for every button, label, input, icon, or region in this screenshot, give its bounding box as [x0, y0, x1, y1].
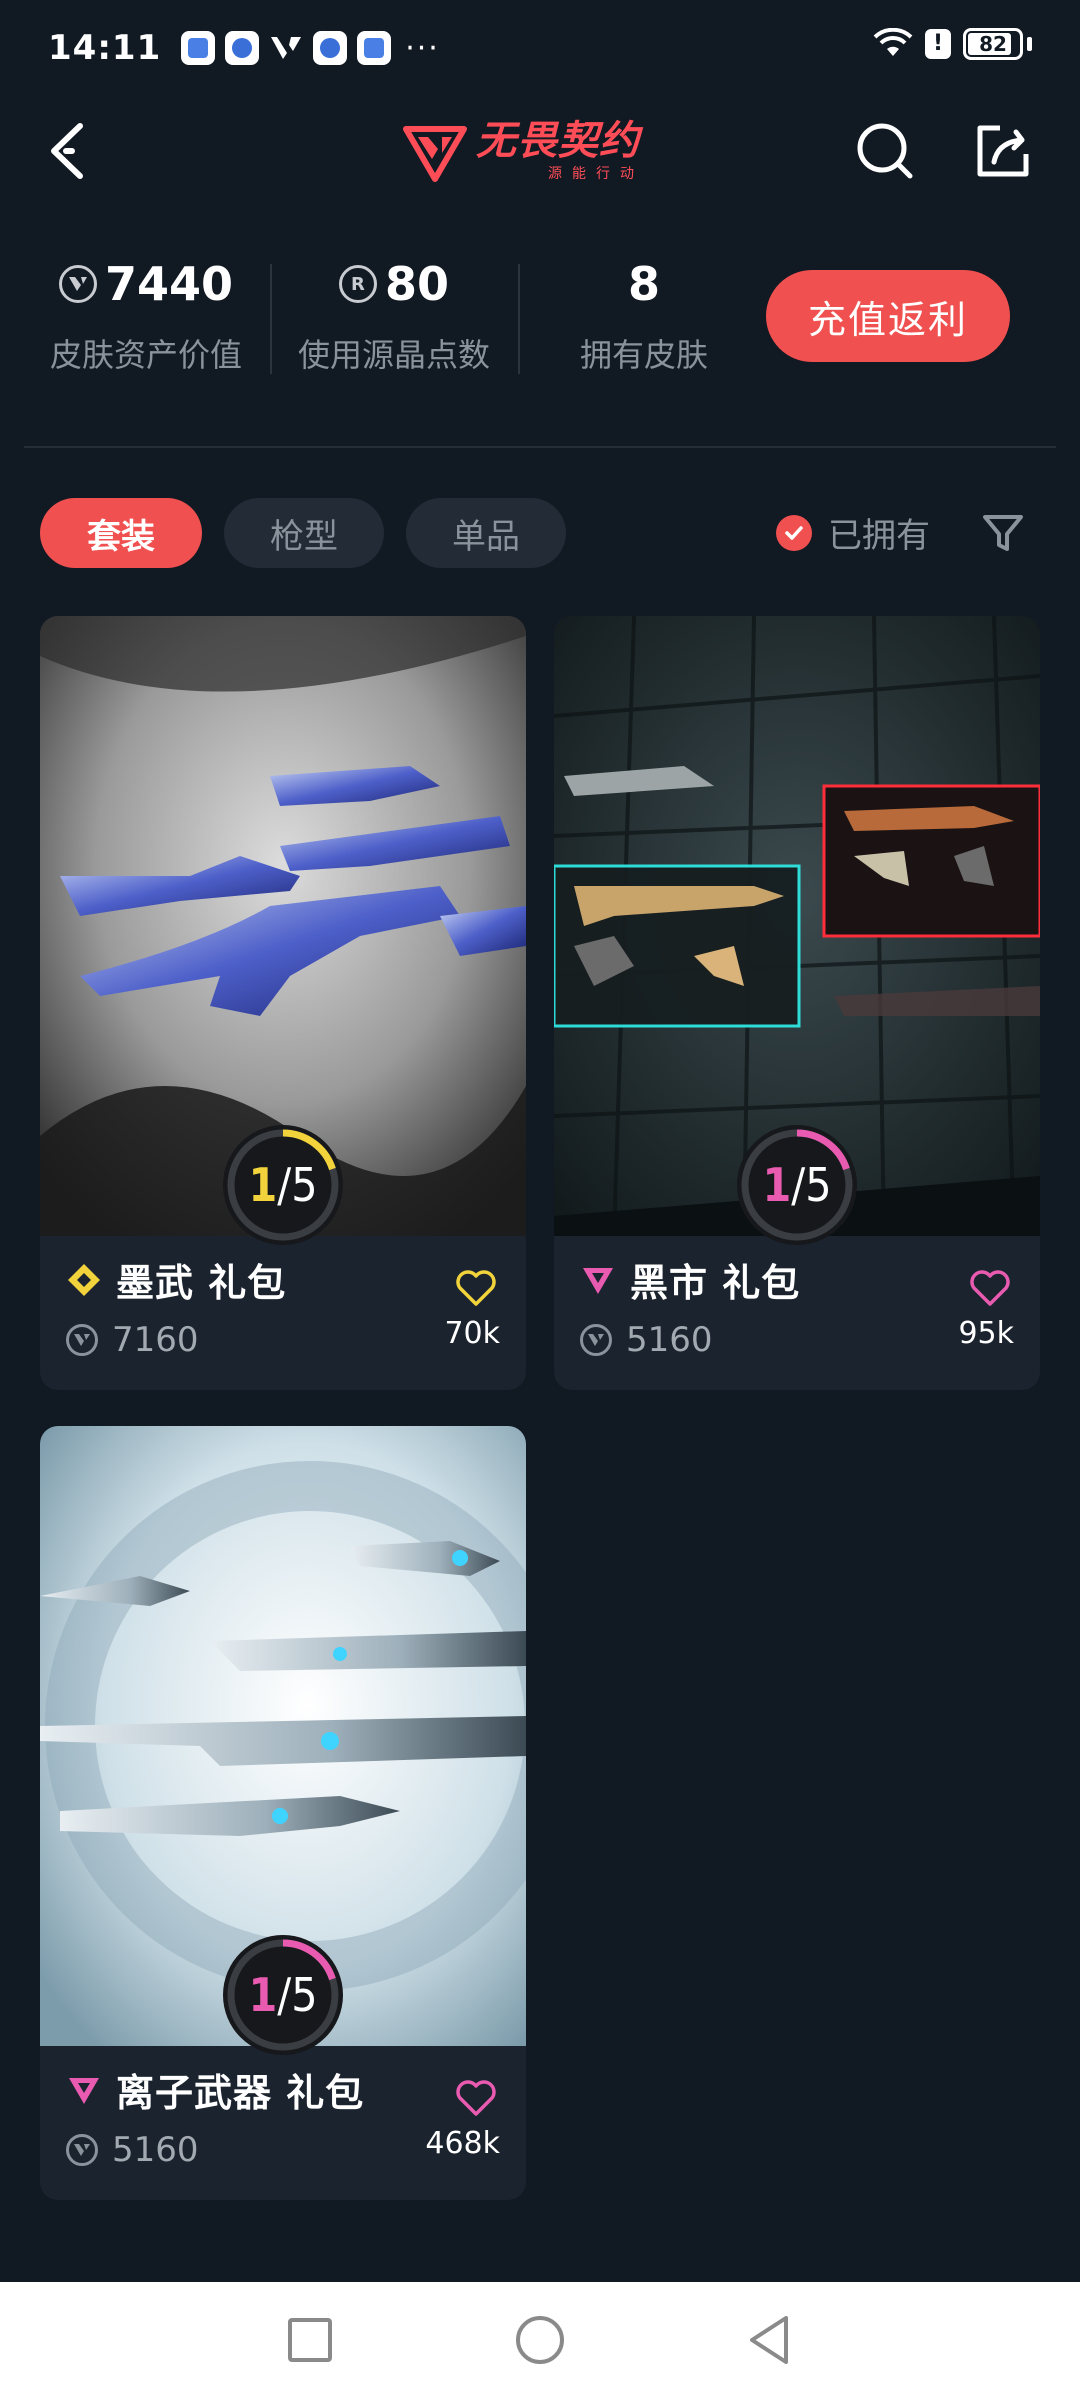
owned-filter-label: 已拥有 — [828, 516, 930, 556]
recent-apps-icon[interactable] — [280, 2310, 340, 2370]
exclusive-rarity-icon — [68, 1263, 100, 1296]
notification-icons: ··· — [181, 31, 440, 66]
radianite-number: 80 — [384, 257, 449, 311]
like-count: 468k — [425, 2126, 500, 2161]
stat-owned-skins: 8 拥有皮肤 — [560, 254, 728, 376]
owned-count: 1 — [762, 1158, 792, 1212]
status-time: 14:11 — [48, 28, 162, 68]
premium-rarity-icon — [583, 1267, 613, 1294]
valorant-points-icon — [66, 1324, 98, 1356]
share-icon[interactable] — [968, 116, 1038, 186]
tab-weapon-type[interactable]: 枪型 — [224, 498, 384, 568]
radianite-label: 使用源晶点数 — [297, 336, 490, 374]
owned-count: 1 — [248, 1968, 278, 2022]
search-icon[interactable] — [850, 116, 920, 186]
tab-bundles[interactable]: 套装 — [40, 498, 202, 568]
shield-app-icon-2 — [357, 31, 392, 65]
like-count: 70k — [444, 1316, 500, 1351]
owned-skins-number: 8 — [627, 257, 660, 311]
battery-level: 82 — [979, 32, 1007, 56]
bundle-title: 墨武 礼包 — [116, 1261, 287, 1305]
browser-app-icon-2 — [313, 31, 348, 65]
valorant-points-icon — [58, 265, 97, 303]
owned-skins-label: 拥有皮肤 — [579, 336, 708, 374]
status-right: ! 82 — [873, 28, 1032, 60]
bundle-card[interactable]: 1/5 黑市 礼包 5160 95k — [554, 616, 1040, 1390]
battery-icon: 82 — [963, 28, 1023, 60]
home-icon[interactable] — [510, 2310, 570, 2370]
total-count: 5 — [291, 1158, 318, 1212]
stat-radianite: R 80 使用源晶点数 — [294, 254, 494, 376]
heart-icon[interactable] — [454, 1268, 498, 1308]
back-icon[interactable] — [40, 116, 100, 186]
heart-icon[interactable] — [454, 2078, 498, 2118]
logo-emblem-icon — [403, 126, 467, 182]
bundle-price: 7160 — [112, 1320, 199, 1360]
owned-count: 1 — [248, 1158, 278, 1212]
radianite-icon: R — [338, 265, 377, 303]
collection-progress-ring: 1/5 — [734, 1122, 860, 1248]
bundle-card[interactable]: 1/5 离子武器 礼包 5160 468k — [40, 1426, 526, 2200]
divider — [24, 446, 1056, 448]
logo-text: 无畏契约 — [476, 118, 640, 164]
more-notifications-icon: ··· — [405, 30, 440, 66]
shield-app-icon — [181, 31, 216, 65]
back-nav-icon[interactable] — [740, 2310, 800, 2370]
total-count: 5 — [805, 1158, 832, 1212]
bundle-title: 离子武器 礼包 — [116, 2071, 365, 2115]
bundle-card[interactable]: 1/5 墨武 礼包 7160 70k — [40, 616, 526, 1390]
heart-icon[interactable] — [968, 1268, 1012, 1308]
category-tabs: 套装 枪型 单品 — [40, 498, 566, 568]
stat-asset-value: 7440 皮肤资产价值 — [46, 254, 246, 376]
logo-subtitle: 源能行动 — [548, 166, 644, 182]
bundle-title: 黑市 礼包 — [630, 1261, 801, 1305]
premium-rarity-icon — [69, 2077, 99, 2104]
valorant-app-icon — [271, 37, 302, 59]
alert-icon: ! — [925, 29, 951, 59]
checkbox-checked-icon[interactable] — [776, 514, 812, 551]
asset-value-label: 皮肤资产价值 — [49, 336, 242, 374]
like-count: 95k — [958, 1316, 1014, 1351]
bundle-price: 5160 — [112, 2130, 199, 2170]
total-count: 5 — [291, 1968, 318, 2022]
owned-filter-toggle[interactable]: 已拥有 — [776, 508, 930, 557]
app-header: 无畏契约 源能行动 — [0, 96, 1080, 206]
bundle-price: 5160 — [626, 1320, 713, 1360]
valorant-points-icon — [66, 2134, 98, 2166]
browser-app-icon — [225, 31, 260, 65]
stats-panel: 7440 皮肤资产价值 R 80 使用源晶点数 8 拥有皮肤 充值返利 — [0, 240, 1080, 400]
valorant-points-icon — [580, 1324, 612, 1356]
system-nav-bar — [0, 2282, 1080, 2400]
valorant-logo: 无畏契约 源能行动 — [402, 112, 682, 192]
asset-value-number: 7440 — [104, 257, 234, 311]
collection-progress-ring: 1/5 — [220, 1122, 346, 1248]
stat-divider — [518, 264, 520, 374]
wifi-icon — [873, 28, 913, 56]
filter-icon[interactable] — [980, 510, 1026, 556]
tab-single-item[interactable]: 单品 — [406, 498, 566, 568]
stat-divider — [270, 264, 272, 374]
status-bar: 14:11 ··· ! 82 — [0, 0, 1080, 96]
collection-progress-ring: 1/5 — [220, 1932, 346, 2058]
recharge-rebate-button[interactable]: 充值返利 — [766, 270, 1010, 362]
